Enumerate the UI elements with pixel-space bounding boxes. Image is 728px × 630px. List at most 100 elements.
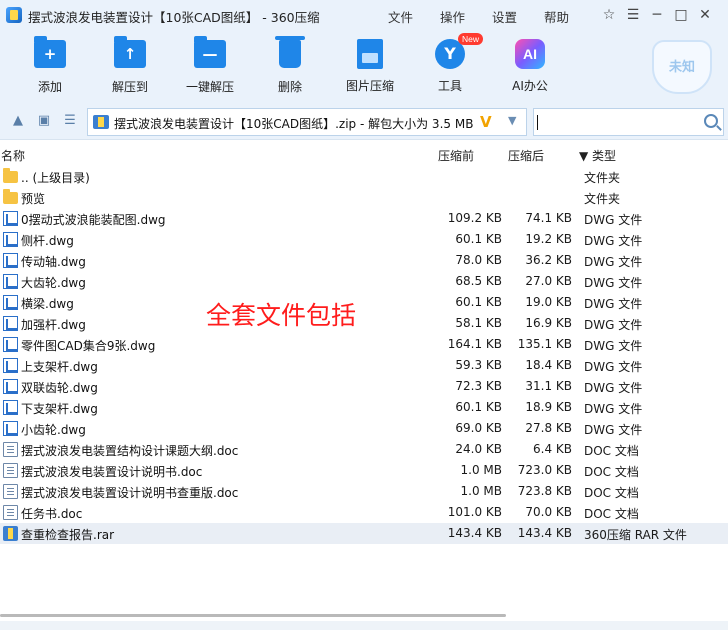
v-logo-icon[interactable]: V xyxy=(480,113,492,131)
file-uncompressed-size: 723.0 KB xyxy=(517,463,572,477)
file-uncompressed-size: 18.4 KB xyxy=(525,358,572,372)
extract-to-icon: ↑ xyxy=(114,36,146,68)
dwg-file-icon xyxy=(3,337,18,352)
file-compressed-size: 60.1 KB xyxy=(455,295,502,309)
text-cursor xyxy=(537,115,538,130)
file-row[interactable]: 任务书.doc 101.0 KB 70.0 KB DOC 文档 xyxy=(0,502,728,523)
column-header: 名称 压缩前 压缩后 ▼ 类型 xyxy=(0,144,728,166)
file-compressed-size: 59.3 KB xyxy=(455,358,502,372)
view-list-icon[interactable]: ☰ xyxy=(62,113,78,129)
maximize-icon[interactable]: □ xyxy=(672,6,690,24)
security-shield-badge[interactable]: 未知 xyxy=(652,40,712,94)
rar-file-icon xyxy=(3,526,18,541)
file-row[interactable]: 下支架杆.dwg 60.1 KB 18.9 KB DWG 文件 xyxy=(0,397,728,418)
dwg-file-icon xyxy=(3,232,18,247)
file-name: 上支架杆.dwg xyxy=(21,360,98,374)
file-type: DWG 文件 xyxy=(584,402,643,416)
file-row[interactable]: 双联齿轮.dwg 72.3 KB 31.1 KB DWG 文件 xyxy=(0,376,728,397)
file-row[interactable]: 预览 文件夹 xyxy=(0,187,728,208)
column-name[interactable]: 名称 xyxy=(1,147,25,164)
file-row[interactable]: 侧杆.dwg 60.1 KB 19.2 KB DWG 文件 xyxy=(0,229,728,250)
menu-lines-icon[interactable]: ☰ xyxy=(624,6,642,24)
delete-button[interactable]: 删除 xyxy=(248,36,332,98)
menu-file[interactable]: 文件 xyxy=(388,7,413,26)
file-row[interactable]: 上支架杆.dwg 59.3 KB 18.4 KB DWG 文件 xyxy=(0,355,728,376)
file-row[interactable]: 0摆动式波浪能装配图.dwg 109.2 KB 74.1 KB DWG 文件 xyxy=(0,208,728,229)
minimize-icon[interactable]: ─ xyxy=(648,6,666,24)
file-row[interactable]: 摆式波浪发电装置结构设计课题大纲.doc 24.0 KB 6.4 KB DOC 文档 xyxy=(0,439,728,460)
file-uncompressed-size: 19.2 KB xyxy=(525,232,572,246)
search-input[interactable] xyxy=(533,108,724,136)
column-uncompressed[interactable]: 压缩后 xyxy=(508,147,544,164)
file-uncompressed-size: 19.0 KB xyxy=(525,295,572,309)
path-field[interactable]: 摆式波浪发电装置设计【10张CAD图纸】.zip - 解包大小为 3.5 MB … xyxy=(87,108,527,136)
file-name: 横梁.dwg xyxy=(21,297,74,311)
file-uncompressed-size: 143.4 KB xyxy=(517,526,572,540)
new-badge: New xyxy=(458,33,484,45)
file-row[interactable]: 摆式波浪发电装置设计说明书.doc 1.0 MB 723.0 KB DOC 文档 xyxy=(0,460,728,481)
file-type: DWG 文件 xyxy=(584,360,643,374)
column-compressed[interactable]: 压缩前 xyxy=(438,147,474,164)
archive-icon xyxy=(93,115,109,129)
file-row[interactable]: 横梁.dwg 60.1 KB 19.0 KB DWG 文件 xyxy=(0,292,728,313)
file-name: 摆式波浪发电装置设计说明书.doc xyxy=(21,465,203,479)
file-compressed-size: 1.0 MB xyxy=(460,484,502,498)
tools-button[interactable]: Y New 工具 xyxy=(408,33,492,98)
column-type[interactable]: ▼ 类型 xyxy=(579,147,616,164)
file-row[interactable]: 大齿轮.dwg 68.5 KB 27.0 KB DWG 文件 xyxy=(0,271,728,292)
file-uncompressed-size: 70.0 KB xyxy=(525,505,572,519)
file-type: DWG 文件 xyxy=(584,339,643,353)
skin-icon[interactable]: ☆ xyxy=(600,6,618,24)
view-thumbnail-icon[interactable]: ▣ xyxy=(36,113,52,129)
file-row[interactable]: 传动轴.dwg 78.0 KB 36.2 KB DWG 文件 xyxy=(0,250,728,271)
one-click-extract-icon: — xyxy=(194,36,226,68)
menu-settings[interactable]: 设置 xyxy=(492,7,517,26)
dwg-file-icon xyxy=(3,379,18,394)
chevron-down-icon[interactable]: ▼ xyxy=(508,114,516,127)
ai-office-icon: AI xyxy=(515,39,545,69)
close-icon[interactable]: ✕ xyxy=(696,6,714,24)
file-row[interactable]: 查重检查报告.rar 143.4 KB 143.4 KB 360压缩 RAR 文件 xyxy=(0,523,728,544)
file-name: 小齿轮.dwg xyxy=(21,423,86,437)
file-row[interactable]: 摆式波浪发电装置设计说明书查重版.doc 1.0 MB 723.8 KB DOC 文档 xyxy=(0,481,728,502)
dwg-file-icon xyxy=(3,400,18,415)
file-compressed-size: 68.5 KB xyxy=(455,274,502,288)
image-compress-button[interactable]: 图片压缩 xyxy=(328,38,412,98)
file-compressed-size: 101.0 KB xyxy=(447,505,502,519)
add-folder-icon: + xyxy=(34,36,66,68)
folder-file-icon xyxy=(3,189,18,204)
file-type: DOC 文档 xyxy=(584,507,639,521)
horizontal-scrollbar[interactable] xyxy=(0,614,506,617)
file-uncompressed-size: 723.8 KB xyxy=(517,484,572,498)
ai-office-button[interactable]: AI AI办公 xyxy=(488,38,572,98)
file-compressed-size: 60.1 KB xyxy=(455,400,502,414)
file-type: DOC 文档 xyxy=(584,444,639,458)
file-row[interactable]: 小齿轮.dwg 69.0 KB 27.8 KB DWG 文件 xyxy=(0,418,728,439)
overlay-caption: 全套文件包括 xyxy=(206,301,357,330)
search-icon[interactable] xyxy=(704,114,718,128)
window-title: 摆式波浪发电装置设计【10张CAD图纸】 - 360压缩 xyxy=(28,10,320,25)
up-arrow-icon[interactable]: ▲ xyxy=(10,113,26,129)
file-row[interactable]: 加强杆.dwg 58.1 KB 16.9 KB DWG 文件 xyxy=(0,313,728,334)
file-row[interactable]: 零件图CAD集合9张.dwg 164.1 KB 135.1 KB DWG 文件 xyxy=(0,334,728,355)
extract-to-button[interactable]: ↑ 解压到 xyxy=(88,36,172,98)
dwg-file-icon xyxy=(3,274,18,289)
dwg-file-icon xyxy=(3,211,18,226)
file-uncompressed-size: 27.0 KB xyxy=(525,274,572,288)
file-type: DWG 文件 xyxy=(584,234,643,248)
app-logo-icon xyxy=(6,7,22,23)
menu-operation[interactable]: 操作 xyxy=(440,7,465,26)
file-name: 传动轴.dwg xyxy=(21,255,86,269)
file-row[interactable]: .. (上级目录) 文件夹 xyxy=(0,166,728,187)
menu-help[interactable]: 帮助 xyxy=(544,7,569,26)
doc-file-icon xyxy=(3,463,18,478)
file-type: 文件夹 xyxy=(584,171,621,185)
file-name: 摆式波浪发电装置结构设计课题大纲.doc xyxy=(21,444,239,458)
file-name: 查重检查报告.rar xyxy=(21,528,115,542)
file-uncompressed-size: 16.9 KB xyxy=(525,316,572,330)
file-compressed-size: 1.0 MB xyxy=(460,463,502,477)
file-compressed-size: 60.1 KB xyxy=(455,232,502,246)
one-click-extract-button[interactable]: — 一键解压 xyxy=(168,36,252,98)
doc-file-icon xyxy=(3,505,18,520)
add-button[interactable]: + 添加 xyxy=(8,36,92,98)
